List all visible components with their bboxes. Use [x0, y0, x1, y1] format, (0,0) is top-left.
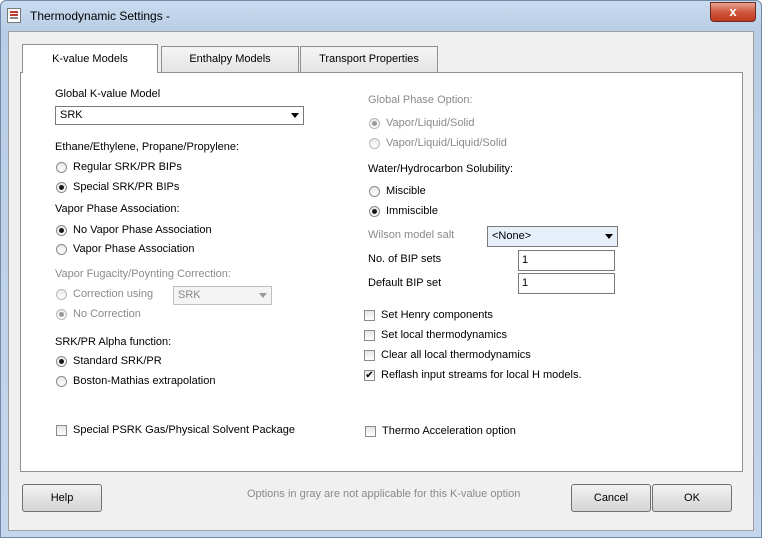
default-bip-input[interactable]: 1: [518, 273, 615, 294]
reflash-checkbox[interactable]: ✔: [364, 370, 375, 381]
ethane-propane-label: Ethane/Ethylene, Propane/Propylene:: [55, 141, 240, 153]
clear-local-thermo-checkbox[interactable]: [364, 350, 375, 361]
cancel-button[interactable]: Cancel: [571, 484, 651, 512]
checkmark-icon: ✔: [365, 370, 374, 381]
correction-using-label[interactable]: Correction using: [73, 288, 153, 300]
vapor-fugacity-label: Vapor Fugacity/Poynting Correction:: [55, 268, 231, 280]
global-k-value-select[interactable]: SRK: [55, 106, 304, 125]
alpha-function-label: SRK/PR Alpha function:: [55, 336, 172, 348]
no-vpa-label[interactable]: No Vapor Phase Association: [73, 224, 212, 236]
gray-options-note: Options in gray are not applicable for t…: [247, 488, 521, 500]
henry-components-label[interactable]: Set Henry components: [381, 309, 493, 321]
henry-components-checkbox[interactable]: [364, 310, 375, 321]
regular-bips-radio[interactable]: [56, 162, 67, 173]
boston-mathias-radio[interactable]: [56, 376, 67, 387]
miscible-radio[interactable]: [369, 186, 380, 197]
tab-enthalpy-models[interactable]: Enthalpy Models: [161, 46, 299, 72]
global-k-value-label: Global K-value Model: [55, 88, 161, 100]
window-title: Thermodynamic Settings -: [30, 9, 171, 23]
no-correction-label[interactable]: No Correction: [73, 308, 141, 320]
thermo-acceleration-label[interactable]: Thermo Acceleration option: [382, 425, 516, 437]
boston-mathias-label[interactable]: Boston-Mathias extrapolation: [73, 375, 215, 387]
chevron-down-icon: [605, 234, 613, 239]
special-bips-label[interactable]: Special SRK/PR BIPs: [73, 181, 179, 193]
title-bar[interactable]: Thermodynamic Settings - x: [1, 1, 761, 31]
bip-sets-label: No. of BIP sets: [368, 253, 442, 265]
regular-bips-label[interactable]: Regular SRK/PR BIPs: [73, 161, 182, 173]
tab-transport-properties[interactable]: Transport Properties: [300, 46, 438, 72]
close-button[interactable]: x: [710, 2, 756, 22]
app-icon: [7, 8, 21, 23]
default-bip-label: Default BIP set: [368, 277, 442, 289]
vpa-label[interactable]: Vapor Phase Association: [73, 243, 194, 255]
special-bips-radio[interactable]: [56, 182, 67, 193]
global-phase-option-label: Global Phase Option:: [368, 94, 473, 106]
thermo-acceleration-checkbox[interactable]: [365, 426, 376, 437]
bip-sets-input[interactable]: 1: [518, 250, 615, 271]
wilson-salt-select[interactable]: <None>: [487, 226, 618, 247]
vapor-phase-association-label: Vapor Phase Association:: [55, 203, 180, 215]
vls-radio[interactable]: [369, 118, 380, 129]
wilson-salt-label: Wilson model salt: [368, 229, 455, 241]
dialog-client-area: K-value Models Enthalpy Models Transport…: [8, 31, 754, 531]
immiscible-radio[interactable]: [369, 206, 380, 217]
no-vpa-radio[interactable]: [56, 225, 67, 236]
water-solubility-label: Water/Hydrocarbon Solubility:: [368, 163, 514, 175]
correction-method-selected: SRK: [178, 289, 201, 301]
chevron-down-icon: [259, 293, 267, 298]
standard-srk-pr-radio[interactable]: [56, 356, 67, 367]
tab-k-value-models[interactable]: K-value Models: [22, 44, 158, 73]
global-k-value-selected: SRK: [60, 109, 83, 121]
k-value-models-panel: Global K-value Model SRK Ethane/Ethylene…: [20, 72, 743, 472]
ok-button[interactable]: OK: [652, 484, 732, 512]
immiscible-label[interactable]: Immiscible: [386, 205, 438, 217]
local-thermo-checkbox[interactable]: [364, 330, 375, 341]
local-thermo-label[interactable]: Set local thermodynamics: [381, 329, 507, 341]
clear-local-thermo-label[interactable]: Clear all local thermodynamics: [381, 349, 531, 361]
wilson-salt-selected: <None>: [492, 230, 532, 242]
reflash-label[interactable]: Reflash input streams for local H models…: [381, 369, 582, 381]
vpa-radio[interactable]: [56, 244, 67, 255]
correction-method-select[interactable]: SRK: [173, 286, 272, 305]
psrk-label[interactable]: Special PSRK Gas/Physical Solvent Packag…: [73, 424, 295, 436]
vls-label[interactable]: Vapor/Liquid/Solid: [386, 117, 474, 129]
thermodynamic-settings-window: Thermodynamic Settings - x K-value Model…: [0, 0, 762, 538]
no-correction-radio[interactable]: [56, 309, 67, 320]
miscible-label[interactable]: Miscible: [386, 185, 426, 197]
chevron-down-icon: [291, 113, 299, 118]
vlls-label[interactable]: Vapor/Liquid/Liquid/Solid: [386, 137, 507, 149]
correction-using-radio[interactable]: [56, 289, 67, 300]
psrk-checkbox[interactable]: [56, 425, 67, 436]
vlls-radio[interactable]: [369, 138, 380, 149]
help-button[interactable]: Help: [22, 484, 102, 512]
standard-srk-pr-label[interactable]: Standard SRK/PR: [73, 355, 162, 367]
